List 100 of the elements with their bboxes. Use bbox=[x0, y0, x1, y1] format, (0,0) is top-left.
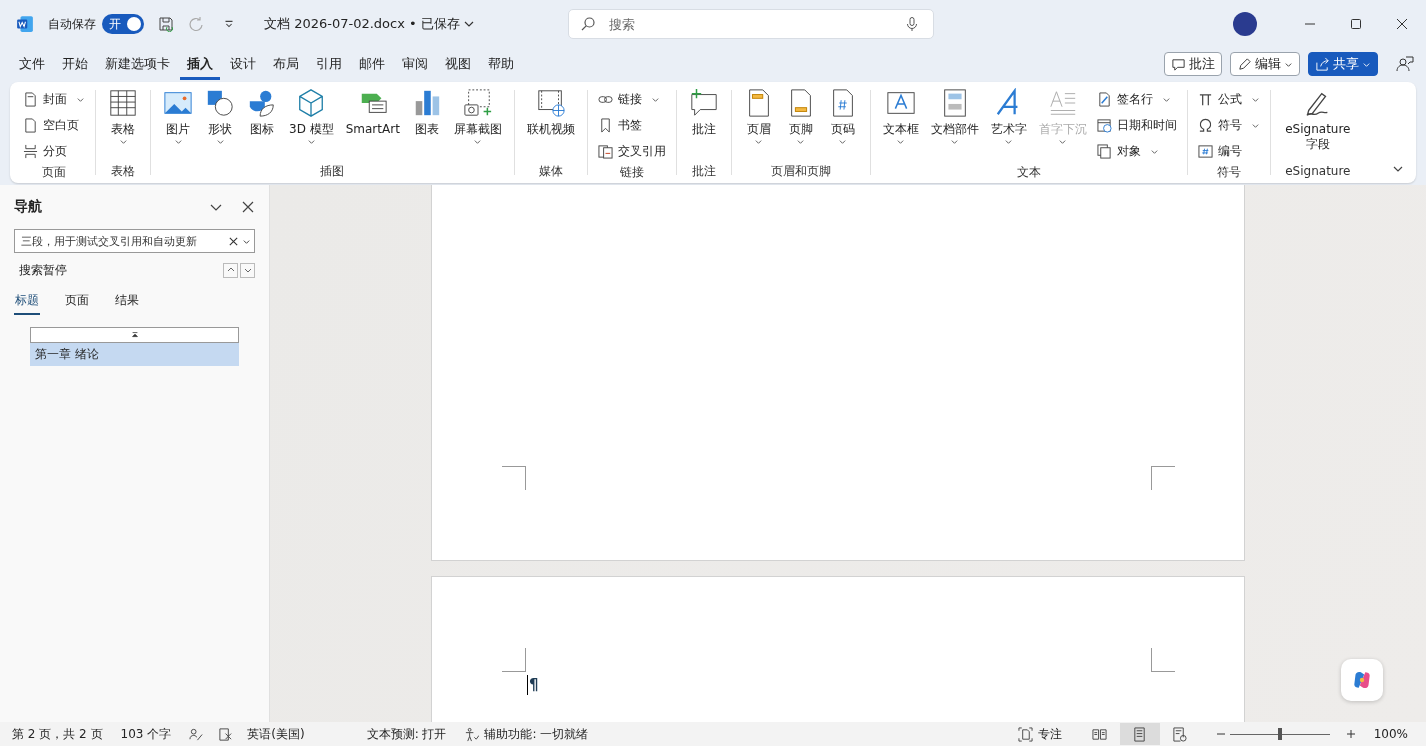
wordart-button[interactable]: 艺术字 bbox=[984, 86, 1033, 148]
caret-icon[interactable] bbox=[463, 19, 474, 29]
share-button[interactable]: 共享 bbox=[1308, 52, 1378, 76]
bookmark-button[interactable]: 书签 bbox=[593, 112, 670, 138]
pane-tab[interactable]: 页面 bbox=[64, 287, 90, 315]
page-break-button[interactable]: 分页 bbox=[19, 138, 89, 164]
table-icon bbox=[108, 88, 138, 118]
page-break-icon bbox=[23, 143, 38, 159]
group-label: 媒体 bbox=[538, 163, 563, 180]
editing-button[interactable]: 编辑 bbox=[1230, 52, 1300, 76]
blank-page-button[interactable]: 空白页 bbox=[19, 112, 89, 138]
zoom-in-icon[interactable] bbox=[1345, 729, 1356, 739]
object-button[interactable]: 对象 bbox=[1092, 138, 1181, 164]
group-label: 文本 bbox=[1016, 164, 1041, 181]
language[interactable]: 英语(美国) bbox=[247, 725, 305, 743]
signature-line-icon bbox=[1096, 91, 1112, 107]
group-label: 表格 bbox=[111, 163, 135, 180]
cover-page-icon bbox=[23, 91, 38, 107]
signature-line-button[interactable]: 签名行 bbox=[1092, 86, 1181, 112]
text-box-button[interactable]: 文本框 bbox=[876, 86, 925, 148]
drop-cap-icon bbox=[1047, 88, 1078, 118]
search-field[interactable]: 三段，用于测试交叉引用和自动更新 bbox=[14, 229, 255, 253]
avatar-circle[interactable] bbox=[1233, 12, 1257, 36]
zoom-level[interactable]: 100% bbox=[1373, 727, 1408, 741]
table-button[interactable]: 表格 bbox=[102, 86, 144, 148]
autosave-toggle[interactable]: 开 bbox=[102, 14, 144, 34]
group-label: 链接 bbox=[619, 164, 644, 181]
blank-page-icon bbox=[23, 117, 38, 133]
group-label: 页面 bbox=[42, 164, 66, 181]
copilot-button[interactable] bbox=[1341, 659, 1383, 701]
ribbon-tab[interactable]: 引用 bbox=[309, 48, 349, 80]
search-icon bbox=[579, 16, 596, 32]
ribbon-tab[interactable]: 布局 bbox=[266, 48, 306, 80]
bird-leaf-icon bbox=[247, 88, 277, 118]
accessibility-status[interactable]: 辅助功能: 一切就绪 bbox=[464, 725, 589, 743]
search-status: 搜索暂停 bbox=[19, 261, 67, 279]
previous-result-button[interactable] bbox=[223, 262, 238, 278]
track-changes-icon[interactable] bbox=[218, 726, 234, 742]
cross-reference-button[interactable]: 交叉引用 bbox=[593, 138, 670, 164]
header-button[interactable]: 页眉 bbox=[737, 86, 780, 148]
heading-item[interactable]: 第一章 绪论 bbox=[30, 343, 239, 366]
focus-mode-button[interactable]: 专注 bbox=[1017, 725, 1062, 743]
ribbon-tab[interactable]: 视图 bbox=[438, 48, 478, 80]
cross-reference-icon bbox=[597, 143, 613, 159]
close-icon[interactable] bbox=[241, 200, 255, 214]
caret-icon[interactable] bbox=[242, 237, 251, 246]
group-label: 页眉和页脚 bbox=[770, 163, 831, 180]
ribbon-tab[interactable]: 设计 bbox=[223, 48, 263, 80]
bird-leaf-button[interactable]: 图标 bbox=[241, 86, 283, 139]
cube-button[interactable]: 3D 模型 bbox=[283, 86, 340, 148]
document-title[interactable]: 文档 2026-07-02.docx • 已保存 bbox=[264, 15, 460, 33]
next-result-button[interactable] bbox=[240, 262, 255, 278]
link-button[interactable]: 链接 bbox=[593, 86, 670, 112]
print-layout-icon[interactable] bbox=[1119, 723, 1160, 745]
clear-icon[interactable] bbox=[228, 236, 239, 247]
footer-button[interactable]: 页脚 bbox=[779, 86, 822, 148]
maximize-icon[interactable] bbox=[1350, 18, 1362, 30]
smartart-button[interactable]: SmartArt bbox=[339, 86, 406, 139]
screenshot-button[interactable]: 屏幕截图 bbox=[447, 86, 508, 148]
pane-tab[interactable]: 结果 bbox=[114, 287, 140, 315]
pane-tab[interactable]: 标题 bbox=[14, 287, 40, 315]
comment-plus-icon bbox=[688, 88, 719, 118]
proofing-icon[interactable] bbox=[189, 726, 205, 742]
comments-button[interactable]: 批注 bbox=[1164, 52, 1222, 76]
video-globe-icon bbox=[535, 88, 566, 118]
shapes-button[interactable]: 形状 bbox=[199, 86, 241, 148]
close-icon[interactable] bbox=[1396, 18, 1408, 30]
search-field[interactable]: 搜索 bbox=[567, 9, 934, 39]
calendar-clock-button[interactable]: 日期和时间 bbox=[1092, 112, 1181, 138]
word-count[interactable]: 103 个字 bbox=[120, 725, 172, 743]
signature-pen-button[interactable]: eSignature 字段 bbox=[1276, 86, 1359, 154]
picture-button[interactable]: 图片 bbox=[157, 86, 199, 148]
ribbon-tab[interactable]: 邮件 bbox=[352, 48, 392, 80]
page-count[interactable]: 第 2 页，共 2 页 bbox=[12, 725, 103, 743]
numbering-button[interactable]: 编号 bbox=[1193, 138, 1264, 164]
omega-button[interactable]: 符号 bbox=[1193, 112, 1264, 138]
pi-button[interactable]: 公式 bbox=[1193, 86, 1264, 112]
ribbon-tab[interactable]: 文件 bbox=[12, 48, 52, 80]
page-number-button[interactable]: 页码 bbox=[821, 86, 864, 148]
feedback-icon[interactable] bbox=[1396, 55, 1414, 73]
ribbon-tab[interactable]: 审阅 bbox=[395, 48, 435, 80]
bar-chart-button[interactable]: 图表 bbox=[405, 86, 448, 139]
ribbon-tab[interactable]: 帮助 bbox=[481, 48, 521, 80]
comment-icon bbox=[1171, 56, 1186, 72]
document-parts-button[interactable]: 文档部件 bbox=[924, 86, 985, 148]
share-icon bbox=[1315, 56, 1330, 72]
word-logo-icon bbox=[16, 15, 34, 33]
accessibility-icon bbox=[464, 726, 480, 742]
text-prediction[interactable]: 文本预测: 打开 bbox=[366, 725, 447, 743]
cover-page-button[interactable]: 封面 bbox=[19, 86, 89, 112]
shapes-icon bbox=[205, 88, 235, 118]
ribbon-tab[interactable]: 新建选项卡 bbox=[98, 48, 177, 80]
comment-plus-button[interactable]: 批注 bbox=[682, 86, 725, 139]
ribbon-tab[interactable]: 插入 bbox=[180, 48, 220, 80]
autosave-label: 自动保存 bbox=[48, 15, 96, 33]
ribbon-tab[interactable]: 开始 bbox=[55, 48, 95, 80]
video-globe-button[interactable]: 联机视频 bbox=[520, 86, 581, 139]
scroll-to-top-button[interactable] bbox=[30, 327, 239, 343]
focus-icon bbox=[1017, 726, 1033, 742]
save-icon[interactable] bbox=[158, 16, 174, 32]
